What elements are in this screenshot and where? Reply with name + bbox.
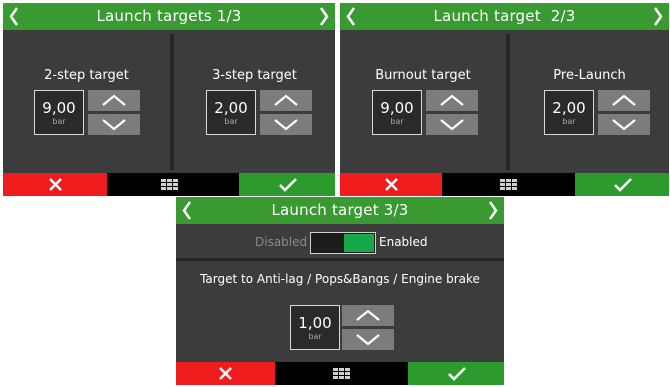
bottom-action-bar — [340, 173, 669, 196]
checkmark-icon — [448, 367, 466, 381]
increment-button[interactable] — [342, 305, 394, 326]
chevron-down-icon — [440, 119, 464, 131]
chevron-up-icon — [440, 94, 464, 106]
screen-title: Launch target 2/3 — [433, 7, 576, 25]
increment-button[interactable] — [88, 90, 140, 111]
three-step-target-panel: 3-step target 2,00 bar — [174, 34, 335, 170]
unit-label: bar — [562, 117, 576, 126]
title-bar: Launch targets 1/3 — [3, 3, 335, 30]
chevron-left-icon[interactable] — [182, 201, 192, 220]
chevron-down-icon — [102, 119, 126, 131]
panel-label: Burnout target — [375, 68, 471, 83]
enabled-label: Enabled — [379, 235, 428, 249]
chevron-left-icon[interactable] — [346, 7, 356, 26]
screen-title: Launch target 3/3 — [271, 201, 409, 219]
decrement-button[interactable] — [342, 329, 394, 350]
close-icon — [385, 178, 398, 191]
grid-menu-icon[interactable] — [333, 368, 351, 380]
chevron-down-icon — [274, 119, 298, 131]
increment-button[interactable] — [426, 90, 478, 111]
decrement-button[interactable] — [88, 114, 140, 135]
title-bar: Launch target 3/3 — [176, 197, 504, 224]
panel-label: 3-step target — [212, 68, 297, 83]
value-display: 2,00 bar — [544, 90, 594, 135]
target-value: 2,00 — [552, 99, 586, 117]
decrement-button[interactable] — [260, 114, 312, 135]
grid-menu-icon[interactable] — [161, 179, 179, 191]
chevron-right-icon[interactable] — [319, 7, 329, 26]
panel-label: Target to Anti-lag / Pops&Bangs / Engine… — [200, 272, 480, 286]
unit-label: bar — [308, 332, 322, 341]
enable-toggle[interactable] — [310, 232, 376, 254]
chevron-up-icon — [612, 94, 636, 106]
chevron-up-icon — [356, 309, 380, 321]
chevron-right-icon[interactable] — [488, 201, 498, 220]
cancel-button[interactable] — [3, 173, 107, 196]
enable-toggle-row: Disabled Enabled — [176, 228, 504, 258]
panel-label: 2-step target — [44, 68, 129, 83]
increment-button[interactable] — [260, 90, 312, 111]
decrement-button[interactable] — [598, 114, 650, 135]
pre-launch-panel: Pre-Launch 2,00 bar — [510, 34, 669, 170]
launch-targets-screen-3: Launch target 3/3 Disabled Enabled Targe… — [176, 197, 504, 385]
value-display: 9,00 bar — [372, 90, 422, 135]
unit-label: bar — [390, 117, 404, 126]
grid-menu-icon[interactable] — [500, 179, 518, 191]
value-stepper — [88, 90, 140, 135]
target-value: 2,00 — [214, 99, 248, 117]
unit-label: bar — [52, 117, 66, 126]
chevron-left-icon[interactable] — [9, 7, 19, 26]
value-stepper — [426, 90, 478, 135]
confirm-button[interactable] — [408, 362, 504, 385]
chevron-down-icon — [612, 119, 636, 131]
target-value: 9,00 — [42, 99, 76, 117]
title-bar: Launch target 2/3 — [340, 3, 669, 30]
screen-title: Launch targets 1/3 — [96, 7, 242, 25]
target-value: 1,00 — [298, 314, 332, 332]
cancel-button[interactable] — [176, 362, 275, 385]
chevron-right-icon[interactable] — [653, 7, 663, 26]
decrement-button[interactable] — [426, 114, 478, 135]
burnout-target-panel: Burnout target 9,00 bar — [340, 34, 506, 170]
toggle-knob — [344, 234, 374, 252]
target-value: 9,00 — [380, 99, 414, 117]
value-display: 9,00 bar — [34, 90, 84, 135]
chevron-up-icon — [274, 94, 298, 106]
anti-lag-target-panel: Target to Anti-lag / Pops&Bangs / Engine… — [176, 261, 504, 362]
launch-targets-screen-1: Launch targets 1/3 2-step target 9,00 ba… — [3, 3, 335, 196]
confirm-button[interactable] — [575, 173, 669, 196]
chevron-down-icon — [356, 334, 380, 346]
checkmark-icon — [614, 178, 632, 192]
value-display: 1,00 bar — [290, 305, 340, 350]
launch-targets-screen-2: Launch target 2/3 Burnout target 9,00 ba… — [340, 3, 669, 196]
increment-button[interactable] — [598, 90, 650, 111]
bottom-action-bar — [3, 173, 335, 196]
close-icon — [219, 367, 232, 380]
value-stepper — [598, 90, 650, 135]
checkmark-icon — [279, 178, 297, 192]
cancel-button[interactable] — [340, 173, 442, 196]
panel-label: Pre-Launch — [553, 68, 626, 83]
bottom-action-bar — [176, 362, 504, 385]
close-icon — [49, 178, 62, 191]
unit-label: bar — [224, 117, 238, 126]
disabled-label: Disabled — [255, 235, 308, 249]
confirm-button[interactable] — [239, 173, 335, 196]
chevron-up-icon — [102, 94, 126, 106]
value-display: 2,00 bar — [206, 90, 256, 135]
value-stepper — [260, 90, 312, 135]
value-stepper — [342, 305, 394, 350]
two-step-target-panel: 2-step target 9,00 bar — [3, 34, 170, 170]
